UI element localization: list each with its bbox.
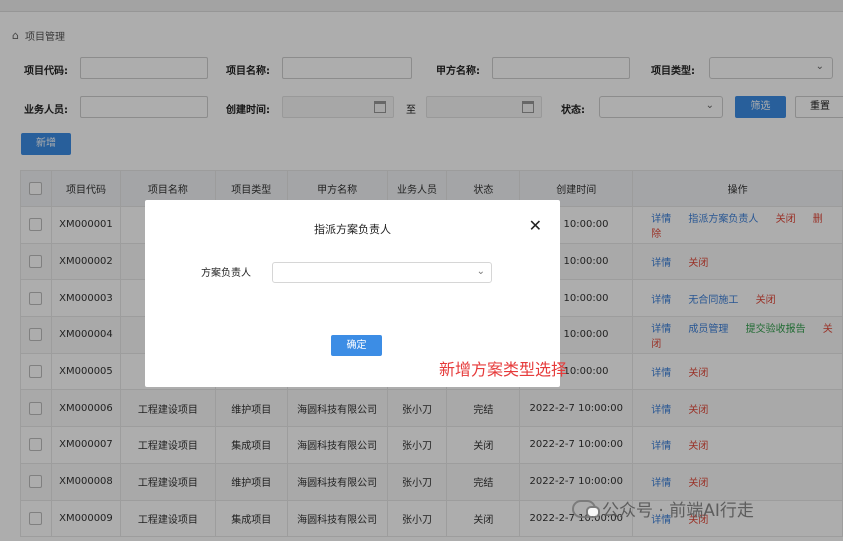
watermark-text: 公众号 · 前端AI行走: [602, 501, 754, 521]
owner-field-label: 方案负责人: [201, 268, 251, 279]
watermark: 公众号 · 前端AI行走: [572, 496, 754, 521]
dialog-title: 指派方案负责人: [314, 223, 391, 236]
annotation-text: 新增方案类型选择: [439, 360, 568, 379]
owner-select[interactable]: ⌄: [272, 262, 492, 283]
chevron-down-icon: ⌄: [476, 266, 485, 277]
close-icon[interactable]: ✕: [529, 218, 542, 234]
confirm-button[interactable]: 确定: [331, 335, 382, 356]
wechat-icon: [572, 499, 600, 518]
